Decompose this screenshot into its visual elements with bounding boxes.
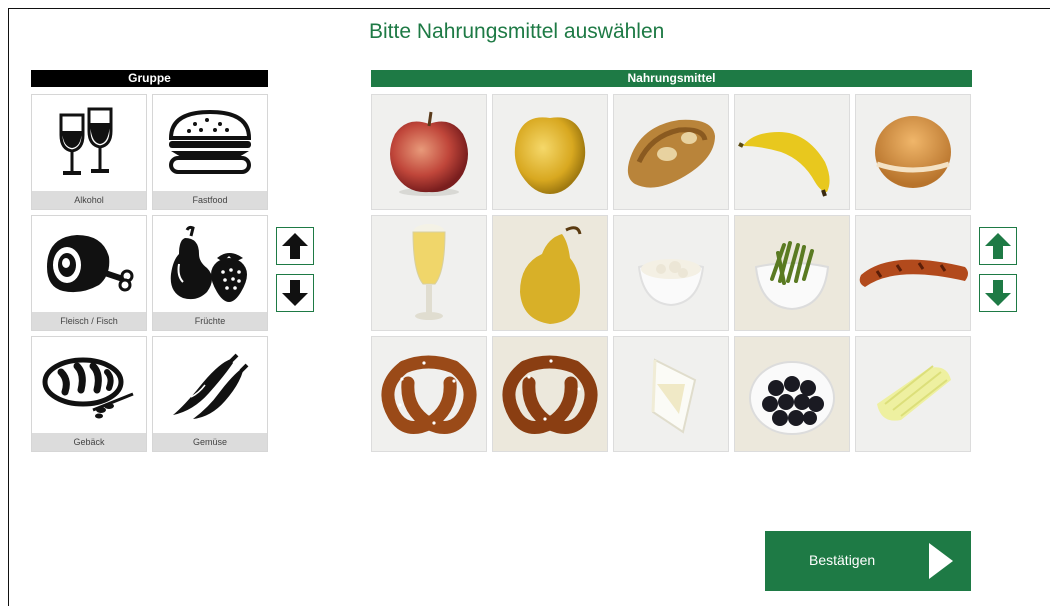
burger-icon [153, 95, 267, 191]
group-label: Gebäck [32, 433, 146, 451]
group-tile-fastfood[interactable]: Fastfood [152, 94, 268, 210]
pretzel-image [381, 355, 477, 434]
pretzel-image [502, 355, 598, 434]
group-scroll-down-button[interactable] [276, 274, 314, 312]
arrow-up-icon [282, 233, 308, 259]
food-tile-cottage-cheese[interactable] [613, 215, 729, 331]
food-tile-brie[interactable] [613, 336, 729, 452]
group-tile-fruechte[interactable]: Früchte [152, 215, 268, 331]
group-label: Gemüse [153, 433, 267, 451]
beer-glass-image [412, 224, 446, 320]
food-tile-banana[interactable] [734, 94, 850, 210]
danish-pastry-image [627, 119, 715, 188]
ham-icon [32, 216, 146, 312]
wine-glasses-icon [32, 95, 146, 191]
group-tile-gebaeck[interactable]: Gebäck [31, 336, 147, 452]
food-tile-yellow-apple[interactable] [492, 94, 608, 210]
food-tile-pretzel-2[interactable] [492, 336, 608, 452]
sausage-image [859, 259, 968, 287]
blackberries-image [749, 361, 835, 435]
group-header: Gruppe [31, 70, 268, 87]
food-tile-beer-glass[interactable] [371, 215, 487, 331]
group-tile-fleisch-fisch[interactable]: Fleisch / Fisch [31, 215, 147, 331]
food-tile-pear[interactable] [492, 215, 608, 331]
food-tile-pretzel-1[interactable] [371, 336, 487, 452]
red-apple-image [390, 111, 468, 196]
fruits-icon [153, 216, 267, 312]
bread-icon [32, 337, 146, 433]
group-tile-gemuese[interactable]: Gemüse [152, 336, 268, 452]
food-tile-blackberries[interactable] [734, 336, 850, 452]
food-tile-red-apple[interactable] [371, 94, 487, 210]
group-label: Fleisch / Fisch [32, 312, 146, 330]
banana-image [738, 132, 830, 197]
food-tile-green-beans[interactable] [734, 215, 850, 331]
foods-header: Nahrungsmittel [371, 70, 972, 87]
food-scroll-up-button[interactable] [979, 227, 1017, 265]
arrow-down-icon [282, 280, 308, 306]
page-title: Bitte Nahrungsmittel auswählen [369, 20, 665, 43]
play-arrow-icon [929, 543, 953, 579]
group-tile-alkohol[interactable]: Alkohol [31, 94, 147, 210]
group-label: Früchte [153, 312, 267, 330]
group-scroll-up-button[interactable] [276, 227, 314, 265]
arrow-down-icon [985, 280, 1011, 306]
confirm-label: Bestätigen [809, 552, 876, 568]
butter-image [877, 365, 951, 421]
group-label: Fastfood [153, 191, 267, 209]
bun-image [875, 116, 951, 188]
food-tile-butter[interactable] [855, 336, 971, 452]
brie-image [651, 358, 697, 434]
yellow-apple-image [514, 117, 586, 194]
green-beans-image [754, 241, 830, 311]
chili-peppers-icon [153, 337, 267, 433]
food-tile-danish-pastry[interactable] [613, 94, 729, 210]
food-scroll-down-button[interactable] [979, 274, 1017, 312]
cottage-cheese-image [637, 259, 705, 307]
pear-image [520, 226, 582, 324]
food-tile-bun[interactable] [855, 94, 971, 210]
food-tile-sausage[interactable] [855, 215, 971, 331]
arrow-up-icon [985, 233, 1011, 259]
group-label: Alkohol [32, 191, 146, 209]
confirm-button[interactable]: Bestätigen [765, 531, 971, 591]
